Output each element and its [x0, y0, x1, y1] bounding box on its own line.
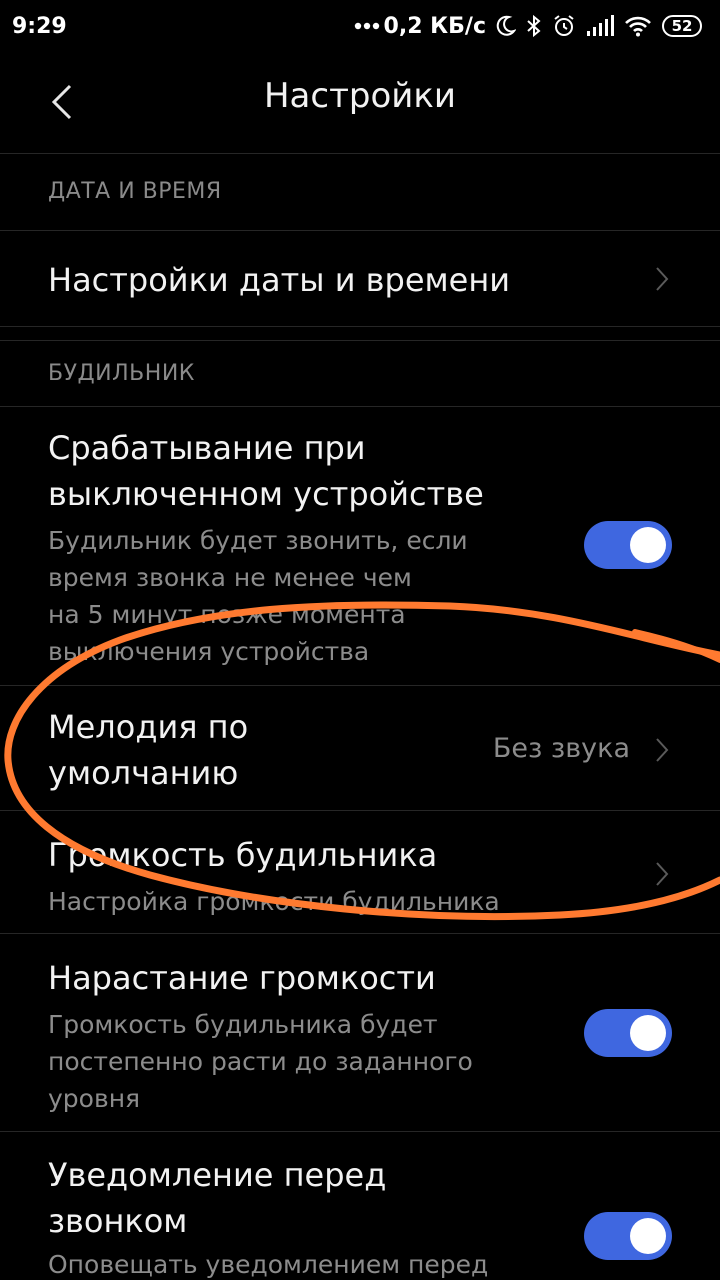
item-title: Уведомление перед звонком: [48, 1156, 387, 1240]
divider: [0, 326, 720, 327]
item-subtitle: Будильник будет звонить, если время звон…: [48, 526, 468, 666]
list-item-volume-crescendo[interactable]: Нарастание громкости Громкость будильник…: [0, 934, 720, 1131]
item-title: Настройки даты и времени: [48, 261, 511, 299]
section-header-date-time: ДАТА И ВРЕМЯ: [48, 179, 222, 204]
toggle-knob: [630, 527, 666, 563]
list-item-default-ringtone[interactable]: Мелодия по умолчанию Без звука: [0, 686, 720, 810]
more-dots-icon: [354, 13, 380, 39]
list-item-alarm-volume[interactable]: Громкость будильника Настройка громкости…: [0, 811, 720, 933]
list-item-pre-alarm-notification[interactable]: Уведомление перед звонком Оповещать увед…: [0, 1132, 720, 1280]
power-off-alarm-toggle[interactable]: [584, 521, 672, 569]
status-bar: 9:29 0,2 КБ/с 52: [0, 0, 720, 52]
divider: [0, 340, 720, 341]
battery-icon: 52: [662, 15, 702, 37]
item-subtitle: Настройка громкости будильника: [48, 887, 500, 916]
item-title: Нарастание громкости: [48, 959, 436, 997]
signal-icon: [586, 13, 614, 39]
pre-alarm-notification-toggle[interactable]: [584, 1212, 672, 1260]
toggle-knob: [630, 1218, 666, 1254]
page-title: Настройки: [263, 76, 456, 116]
network-speed: 0,2 КБ/с: [383, 13, 486, 39]
item-subtitle: Громкость будильника будет постепенно ра…: [48, 1010, 473, 1113]
toggle-knob: [630, 1015, 666, 1051]
wifi-icon: [624, 13, 652, 39]
chevron-right-icon: [650, 264, 674, 294]
item-title: Громкость будильника: [48, 836, 438, 874]
top-app-bar: Настройки: [0, 52, 720, 154]
chevron-right-icon: [650, 735, 674, 765]
chevron-right-icon: [650, 859, 674, 889]
bluetooth-icon: [526, 13, 542, 39]
item-title: Срабатывание при выключенном устройстве: [48, 429, 484, 513]
status-time: 9:29: [12, 13, 67, 39]
section-header-alarm: БУДИЛЬНИК: [48, 361, 195, 386]
list-item-power-off-alarm[interactable]: Срабатывание при выключенном устройстве …: [0, 407, 720, 685]
moon-icon: [496, 13, 516, 39]
item-subtitle: Оповещать уведомлением перед: [48, 1250, 489, 1279]
list-item-date-time-settings[interactable]: Настройки даты и времени: [0, 231, 720, 326]
ringtone-value: Без звука: [492, 733, 630, 764]
item-title: Мелодия по умолчанию: [48, 708, 249, 792]
status-icons: 0,2 КБ/с 52: [354, 13, 702, 39]
volume-crescendo-toggle[interactable]: [584, 1009, 672, 1057]
alarm-clock-icon: [552, 13, 576, 39]
